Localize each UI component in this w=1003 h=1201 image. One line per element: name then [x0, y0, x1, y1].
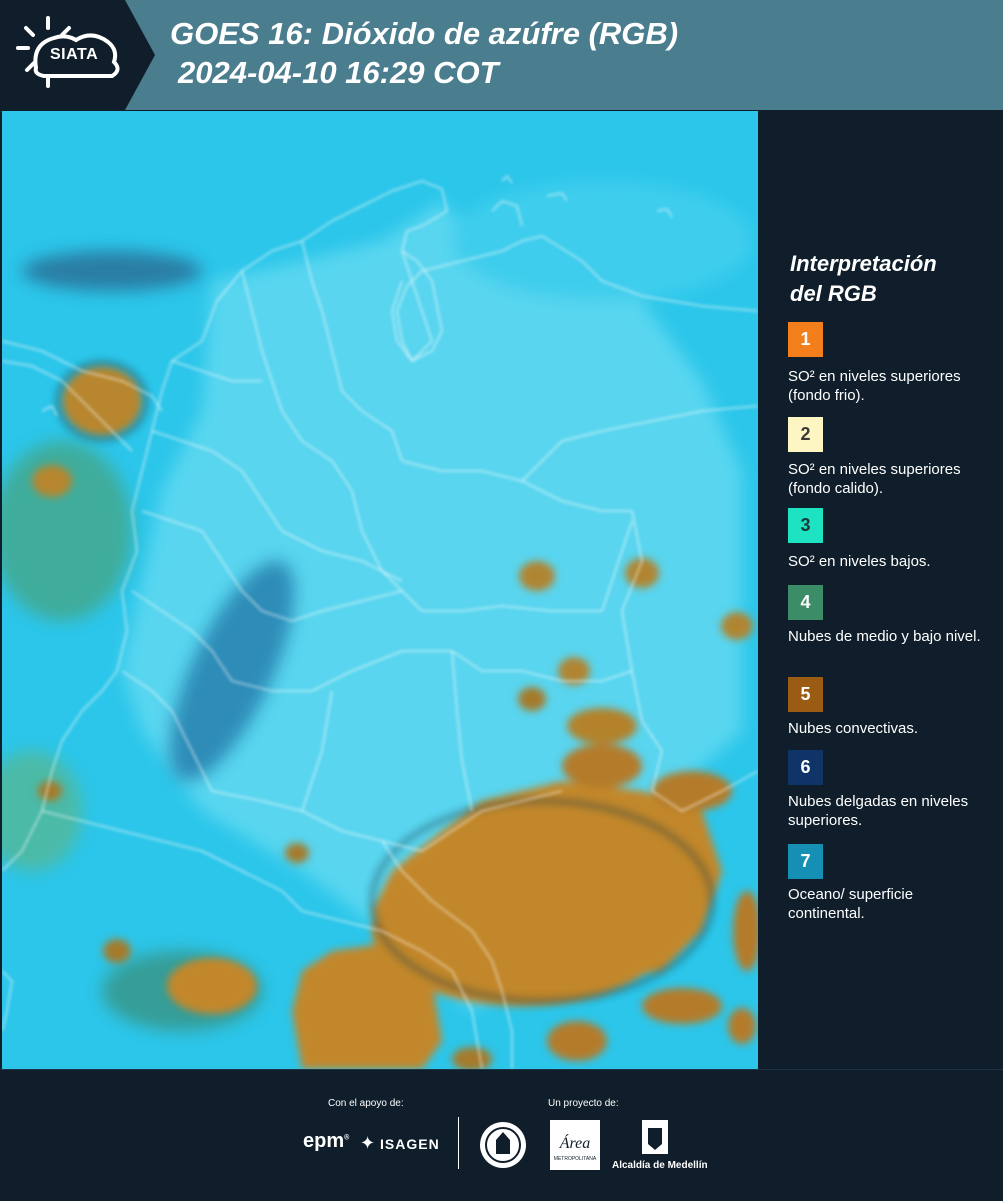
header-bar: SIATA GOES 16: Dióxido de azúfre (RGB) 2…: [0, 0, 1003, 110]
legend-title-line2: del RGB: [790, 281, 877, 306]
legend-swatch-5: 5: [788, 677, 823, 712]
footer-divider: [458, 1117, 459, 1169]
isagen-logo: ISAGEN: [380, 1136, 440, 1152]
epm-text: epm: [303, 1130, 345, 1152]
epm-logo: epm®: [303, 1130, 350, 1152]
medellin-seal-icon: [480, 1122, 526, 1168]
legend-swatch-4: 4: [788, 585, 823, 620]
legend-label-7: Oceano/ superficie continental.: [788, 886, 914, 922]
legend-label-1: SO² en niveles superiores (fondo frio).: [788, 368, 961, 404]
legend-swatch-3: 3: [788, 508, 823, 543]
page-timestamp: 2024-04-10 16:29 COT: [178, 55, 499, 90]
area-metropolitana-logo: Área METROPOLITANA: [550, 1120, 600, 1170]
legend-title: Interpretación: [790, 251, 937, 276]
siata-logo: SIATA: [0, 0, 155, 110]
alcaldia-shield-icon: [642, 1120, 668, 1154]
satellite-image: [2, 111, 758, 1069]
legend-swatch-1: 1: [788, 322, 823, 357]
satellite-map: [2, 111, 758, 1069]
page-title: GOES 16: Dióxido de azúfre (RGB): [170, 16, 679, 51]
support-label: Con el apoyo de:: [328, 1098, 404, 1109]
legend-label-5: Nubes convectivas.: [788, 720, 919, 737]
legend-swatch-2: 2: [788, 417, 823, 452]
legend-swatch-6: 6: [788, 750, 823, 785]
legend-swatch-7: 7: [788, 844, 823, 879]
legend-label-4: Nubes de medio y bajo nivel.: [788, 628, 981, 645]
legend-label-2: SO² en niveles superiores (fondo calido)…: [788, 461, 961, 497]
project-label: Un proyecto de:: [548, 1098, 619, 1109]
metro-logo-text: Área: [559, 1133, 591, 1152]
metro-logo-sub: METROPOLITANA: [554, 1156, 597, 1162]
legend-label-6: Nubes delgadas en niveles superiores.: [788, 793, 969, 829]
alcaldia-logo: Alcaldía de Medellín: [612, 1160, 708, 1171]
legend-panel: Interpretación del RGB 1 SO² en niveles s…: [758, 111, 1003, 1069]
legend-label-3: SO² en niveles bajos.: [788, 553, 931, 570]
footer: Con el apoyo de: epm® ✦ ISAGEN Un proyec…: [0, 1069, 1003, 1201]
logo-text: SIATA: [50, 46, 99, 63]
isagen-icon: ✦: [360, 1133, 376, 1153]
